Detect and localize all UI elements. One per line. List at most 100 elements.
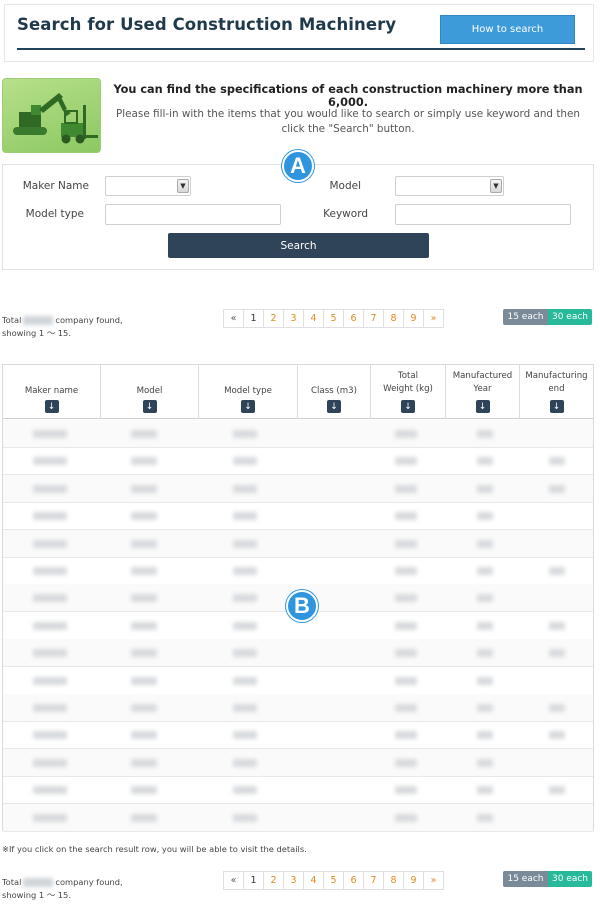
sort-down-icon[interactable]: ↓ bbox=[142, 400, 157, 413]
per-page-15-button[interactable]: 15 each bbox=[503, 871, 548, 887]
redacted-cell bbox=[395, 786, 417, 795]
table-row[interactable] bbox=[3, 667, 593, 695]
table-row[interactable] bbox=[3, 639, 593, 668]
sort-down-icon[interactable]: ↓ bbox=[241, 400, 255, 413]
redacted-cell bbox=[549, 731, 565, 740]
sort-down-icon[interactable]: ↓ bbox=[475, 400, 490, 413]
intro-headline: You can find the specifications of each … bbox=[113, 83, 583, 109]
redacted-cell bbox=[131, 512, 157, 521]
redacted-cell bbox=[131, 539, 157, 548]
redacted-cell bbox=[233, 594, 257, 603]
redacted-cell bbox=[131, 731, 157, 740]
model-select[interactable]: ▼ bbox=[395, 176, 504, 196]
pagination-page-8[interactable]: 8 bbox=[383, 309, 404, 328]
results-summary-top: Total company found, showing 1 ～ 15. bbox=[2, 314, 123, 340]
column-header-model: Model ↓ bbox=[101, 365, 199, 419]
dropdown-arrow-icon: ▼ bbox=[177, 179, 189, 193]
redacted-cell bbox=[477, 704, 493, 712]
redacted-cell bbox=[33, 457, 67, 466]
pagination-page-9[interactable]: 9 bbox=[403, 309, 424, 328]
per-page-30-button[interactable]: 30 each bbox=[548, 871, 592, 887]
table-row[interactable] bbox=[3, 748, 593, 777]
summary-showing-label: showing 1 ～ 15. bbox=[2, 890, 71, 900]
table-row[interactable] bbox=[3, 502, 593, 531]
redacted-cell bbox=[131, 813, 157, 822]
redacted-cell bbox=[131, 621, 157, 630]
intro-instructions: Please fill-in with the items that you w… bbox=[116, 108, 580, 135]
table-row[interactable] bbox=[3, 474, 593, 503]
summary-total-label: Total bbox=[2, 877, 22, 887]
redacted-cell bbox=[233, 457, 257, 466]
pagination-page-4[interactable]: 4 bbox=[303, 309, 324, 328]
pagination-page-4[interactable]: 4 bbox=[303, 871, 324, 890]
pagination-page-5[interactable]: 5 bbox=[323, 871, 344, 890]
pagination-page-1[interactable]: 1 bbox=[243, 309, 264, 328]
redacted-cell bbox=[477, 758, 493, 767]
redacted-cell bbox=[549, 786, 565, 795]
table-header: Maker name ↓ Model ↓ Model type ↓ Class … bbox=[3, 365, 593, 419]
redacted-cell bbox=[233, 539, 257, 548]
table-row[interactable] bbox=[3, 694, 593, 722]
pagination-page-2[interactable]: 2 bbox=[263, 309, 284, 328]
sort-down-icon[interactable]: ↓ bbox=[401, 400, 415, 413]
sort-down-icon[interactable]: ↓ bbox=[44, 400, 59, 413]
dropdown-arrow-icon: ▼ bbox=[490, 179, 502, 193]
table-row[interactable] bbox=[3, 447, 593, 476]
redacted-cell bbox=[477, 539, 493, 548]
redacted-cell bbox=[395, 484, 417, 493]
pagination-page-3[interactable]: 3 bbox=[283, 309, 304, 328]
redacted-cell bbox=[33, 704, 67, 712]
per-page-30-button[interactable]: 30 each bbox=[548, 309, 592, 325]
table-row[interactable] bbox=[3, 557, 593, 585]
per-page-15-button[interactable]: 15 each bbox=[503, 309, 548, 325]
pagination-page-7[interactable]: 7 bbox=[363, 871, 384, 890]
pagination-next-button[interactable]: » bbox=[423, 309, 444, 328]
pagination-prev-button[interactable]: « bbox=[223, 309, 244, 328]
pagination-page-6[interactable]: 6 bbox=[343, 871, 364, 890]
redacted-cell bbox=[477, 813, 493, 822]
per-page-toggle: 15 each 30 each bbox=[503, 309, 592, 325]
redacted-cell bbox=[233, 484, 257, 493]
pagination-page-7[interactable]: 7 bbox=[363, 309, 384, 328]
redacted-cell bbox=[395, 567, 417, 575]
sort-down-icon[interactable]: ↓ bbox=[327, 400, 341, 413]
pagination-page-2[interactable]: 2 bbox=[263, 871, 284, 890]
table-row[interactable] bbox=[3, 721, 593, 750]
pagination-next-button[interactable]: » bbox=[423, 871, 444, 890]
redacted-cell bbox=[233, 649, 257, 658]
redacted-cell bbox=[233, 813, 257, 822]
model-type-label: Model type bbox=[25, 208, 84, 220]
summary-showing-label: showing 1 ～ 15. bbox=[2, 328, 71, 338]
annotation-badge-a: A bbox=[282, 150, 314, 182]
redacted-cell bbox=[477, 567, 493, 575]
redacted-cell bbox=[131, 457, 157, 466]
search-button[interactable]: Search bbox=[168, 233, 429, 258]
pagination-page-9[interactable]: 9 bbox=[403, 871, 424, 890]
maker-name-select[interactable]: ▼ bbox=[105, 176, 191, 196]
model-type-input[interactable] bbox=[105, 204, 281, 225]
redacted-cell bbox=[395, 731, 417, 740]
redacted-cell bbox=[477, 649, 493, 658]
redacted-cell bbox=[477, 457, 493, 466]
sort-down-icon[interactable]: ↓ bbox=[549, 400, 564, 413]
pagination-page-8[interactable]: 8 bbox=[383, 871, 404, 890]
redacted-count bbox=[23, 878, 54, 887]
redacted-cell bbox=[33, 484, 67, 493]
keyword-input[interactable] bbox=[395, 204, 571, 225]
how-to-search-button[interactable]: How to search bbox=[440, 15, 575, 44]
pagination-page-1[interactable]: 1 bbox=[243, 871, 264, 890]
table-row[interactable] bbox=[3, 529, 593, 558]
redacted-cell bbox=[131, 430, 157, 438]
table-row[interactable] bbox=[3, 420, 593, 448]
redacted-cell bbox=[477, 484, 493, 493]
pagination-page-6[interactable]: 6 bbox=[343, 309, 364, 328]
redacted-cell bbox=[33, 786, 67, 795]
table-row[interactable] bbox=[3, 776, 593, 805]
redacted-cell bbox=[131, 649, 157, 658]
pagination-prev-button[interactable]: « bbox=[223, 871, 244, 890]
redacted-cell bbox=[549, 704, 565, 712]
redacted-cell bbox=[477, 512, 493, 521]
table-row[interactable] bbox=[3, 803, 593, 832]
pagination-page-5[interactable]: 5 bbox=[323, 309, 344, 328]
pagination-page-3[interactable]: 3 bbox=[283, 871, 304, 890]
